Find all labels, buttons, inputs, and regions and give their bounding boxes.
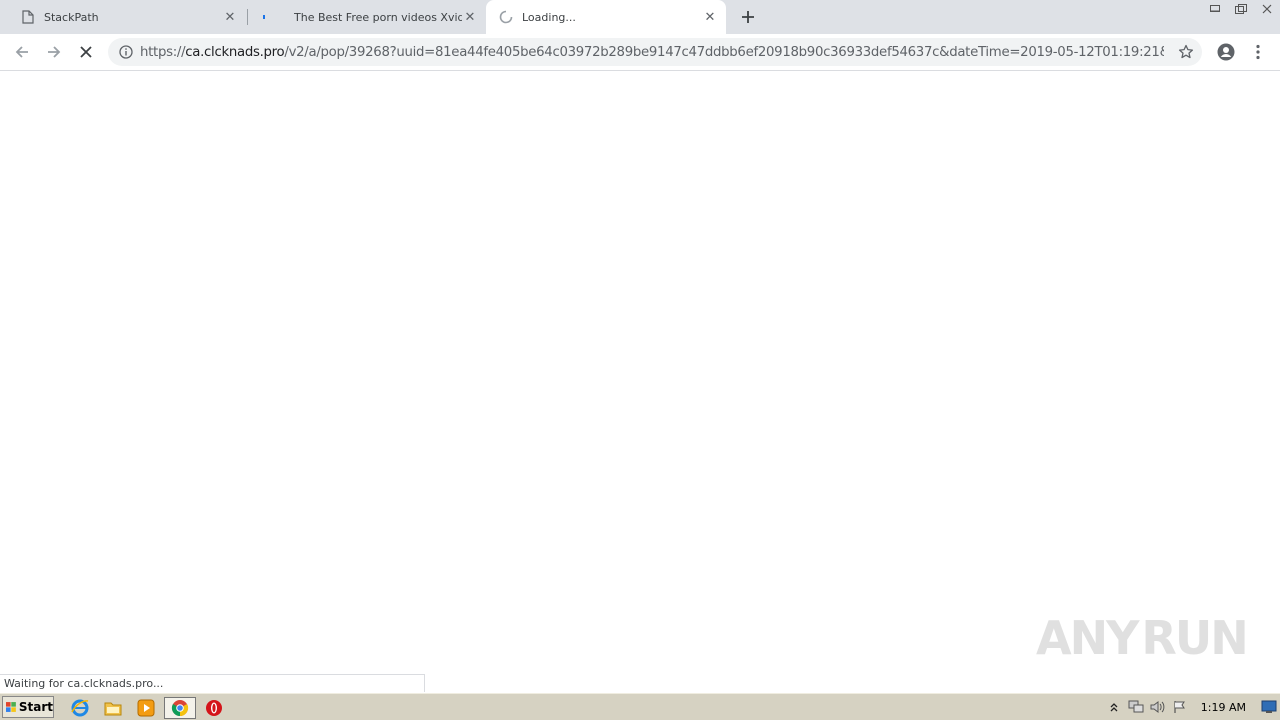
- window-controls: [1202, 0, 1280, 18]
- tab-strip: StackPath ✕ The Best Free porn videos Xv…: [0, 0, 1280, 34]
- network-icon[interactable]: [1125, 697, 1147, 717]
- tab-title: StackPath: [44, 10, 99, 24]
- plus-icon: [742, 11, 754, 23]
- spinner-icon: [498, 9, 514, 25]
- watermark-left: ANY: [1036, 611, 1139, 665]
- profile-button[interactable]: [1214, 40, 1238, 64]
- close-icon[interactable]: ✕: [462, 9, 478, 25]
- close-window-button[interactable]: [1254, 0, 1280, 18]
- taskbar: Start 1:19 AM: [0, 693, 1280, 720]
- menu-button[interactable]: [1246, 40, 1270, 64]
- url-text[interactable]: https://ca.clcknads.pro/v2/a/pop/39268?u…: [140, 45, 1164, 60]
- start-button[interactable]: Start: [2, 696, 54, 718]
- page-content: [0, 72, 1280, 692]
- close-icon[interactable]: ✕: [702, 9, 718, 25]
- more-vert-icon: [1256, 44, 1260, 60]
- show-desktop-icon[interactable]: [1258, 697, 1280, 717]
- stop-button[interactable]: [74, 40, 98, 64]
- info-icon[interactable]: [118, 44, 134, 60]
- back-button[interactable]: [10, 40, 34, 64]
- new-tab-button[interactable]: [736, 5, 760, 29]
- windows-flag-icon: [6, 702, 16, 712]
- arrow-right-icon: [48, 46, 61, 58]
- restore-button[interactable]: [1228, 0, 1254, 18]
- file-explorer-icon[interactable]: [102, 697, 124, 719]
- minimize-button[interactable]: [1202, 0, 1228, 18]
- media-player-icon[interactable]: [135, 697, 157, 719]
- action-center-flag-icon[interactable]: [1169, 697, 1191, 717]
- watermark-right: RUN: [1141, 611, 1248, 665]
- show-hidden-icons-icon[interactable]: [1103, 697, 1125, 717]
- url-prefix: https://: [140, 44, 186, 60]
- url-path: /v2/a/pop/39268?uuid=81ea44fe405be64c039…: [284, 44, 1164, 60]
- tab-stackpath[interactable]: StackPath ✕: [0, 0, 246, 34]
- tab-title: Loading...: [522, 10, 576, 24]
- chrome-taskbar-icon[interactable]: [164, 697, 196, 719]
- start-label: Start: [18, 700, 53, 714]
- anyrun-watermark: ANY RUN: [1036, 606, 1249, 670]
- forward-button[interactable]: [42, 40, 66, 64]
- arrow-left-icon: [15, 46, 28, 58]
- opera-icon[interactable]: [203, 697, 225, 719]
- browser-toolbar: https://ca.clcknads.pro/v2/a/pop/39268?u…: [0, 34, 1280, 71]
- tab-xvideos[interactable]: The Best Free porn videos Xvideos ✕: [248, 0, 486, 34]
- star-icon[interactable]: [1178, 44, 1194, 60]
- system-tray: 1:19 AM: [1103, 694, 1280, 720]
- account-icon: [1217, 43, 1235, 61]
- xvideos-favicon: [256, 9, 272, 25]
- volume-icon[interactable]: [1147, 697, 1169, 717]
- stop-icon: [80, 46, 92, 58]
- tab-title: The Best Free porn videos Xvideos: [294, 10, 462, 24]
- status-bubble: Waiting for ca.clcknads.pro...: [0, 674, 425, 692]
- page-icon: [20, 9, 36, 25]
- internet-explorer-icon[interactable]: [69, 697, 91, 719]
- taskbar-clock[interactable]: 1:19 AM: [1191, 701, 1258, 714]
- url-host: ca.clcknads.pro: [185, 44, 285, 60]
- address-bar[interactable]: https://ca.clcknads.pro/v2/a/pop/39268?u…: [108, 38, 1202, 66]
- tab-loading[interactable]: Loading... ✕: [486, 0, 726, 34]
- close-icon[interactable]: ✕: [222, 9, 238, 25]
